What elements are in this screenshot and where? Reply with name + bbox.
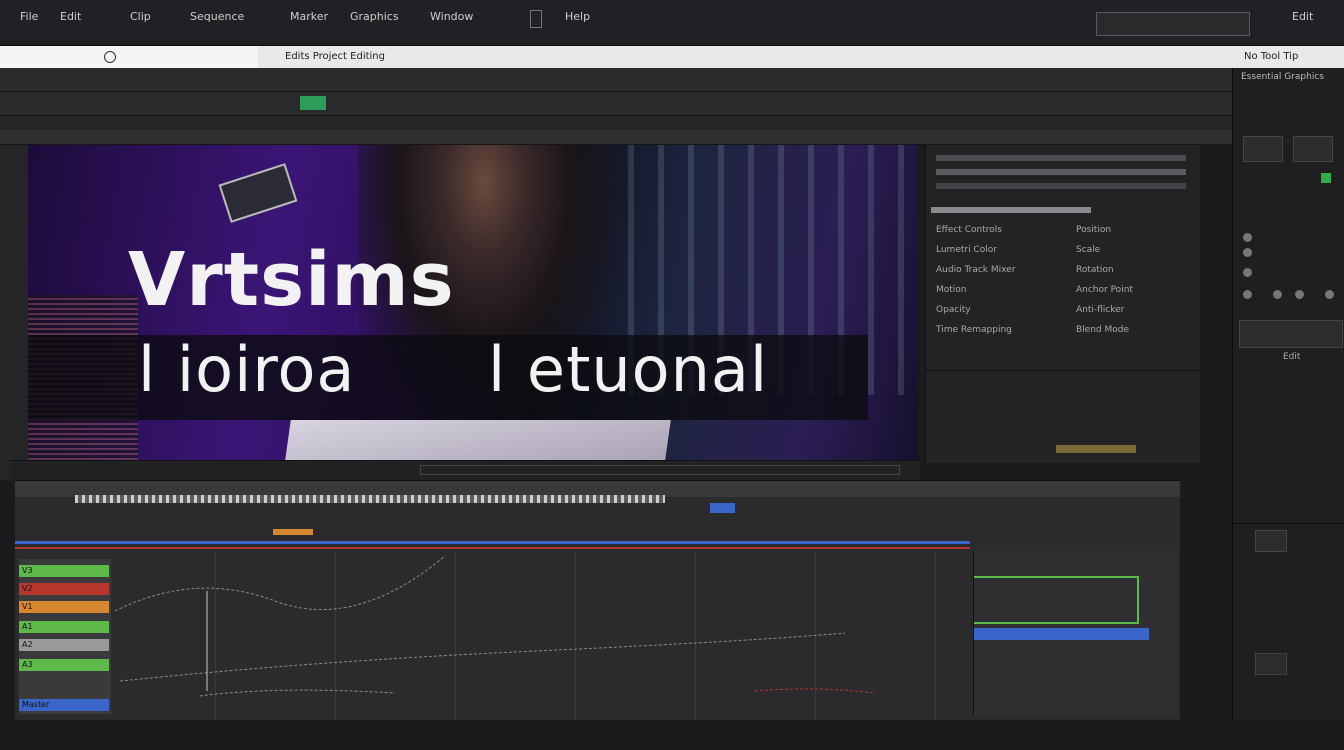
- insp-right-row: Anchor Point: [1076, 285, 1133, 295]
- menu-file[interactable]: File: [20, 10, 38, 23]
- effect-controls-panel: Effect Controls Lumetri Color Audio Trac…: [925, 145, 1201, 463]
- audio-meter-area: [973, 551, 1178, 716]
- title-strip: Edits Project Editing No Tool Tip: [0, 46, 1344, 68]
- title-line-2-left: l ioiroa: [138, 333, 356, 406]
- insp-left-row: Audio Track Mixer: [936, 265, 1016, 275]
- microphone-device: [218, 163, 298, 223]
- curve: [114, 555, 446, 612]
- insp-left-row: Effect Controls: [936, 225, 1002, 235]
- dot-icon[interactable]: [1243, 248, 1252, 257]
- menu-clip[interactable]: Clip: [130, 10, 151, 23]
- menu-sequence[interactable]: Sequence: [190, 10, 244, 23]
- curve: [754, 688, 876, 694]
- dot-icon[interactable]: [1243, 268, 1252, 277]
- divider: [926, 370, 1201, 371]
- dot-icon[interactable]: [1325, 290, 1334, 299]
- tooltip-label: No Tool Tip: [1244, 51, 1299, 62]
- project-path: Edits Project Editing: [285, 51, 385, 62]
- fr-button[interactable]: [1255, 530, 1287, 552]
- panel-header: Essential Graphics: [1241, 72, 1324, 82]
- workspace-label[interactable]: Edit: [1292, 10, 1313, 23]
- dot-icon[interactable]: [1243, 233, 1252, 242]
- insp-left-row: Lumetri Color: [936, 245, 997, 255]
- curve: [119, 632, 846, 682]
- menu-help[interactable]: Help: [565, 10, 590, 23]
- program-monitor[interactable]: Vrtsims l ioiroa l etuonal: [28, 145, 918, 460]
- window-icon: [530, 10, 542, 28]
- insp-slider[interactable]: [931, 207, 1091, 213]
- insp-line: [936, 169, 1186, 175]
- title-line-1: Vrtsims: [128, 237, 455, 323]
- menu-window[interactable]: Window: [430, 10, 473, 23]
- menu-graphics[interactable]: Graphics: [350, 10, 399, 23]
- tool-row-1: [0, 92, 1232, 116]
- menu-edit[interactable]: Edit: [60, 10, 81, 23]
- dot-icon[interactable]: [1295, 290, 1304, 299]
- insp-right-row: Position: [1076, 225, 1112, 235]
- playback-bar[interactable]: [420, 465, 900, 475]
- menu-marker[interactable]: Marker: [290, 10, 328, 23]
- timeline-panel[interactable]: V3 V2 V1 A1 A2 A3 Master: [15, 480, 1180, 721]
- monitor-controls: [10, 460, 920, 480]
- insp-right-row: Scale: [1076, 245, 1101, 255]
- circle-icon[interactable]: [104, 51, 116, 63]
- dot-icon[interactable]: [1273, 290, 1282, 299]
- tool-panel: [0, 145, 28, 480]
- fr-button[interactable]: [1255, 653, 1287, 675]
- panel-tab-area: [0, 46, 258, 68]
- insp-left-row: Time Remapping: [936, 325, 1012, 335]
- title-line-2-right: l etuonal: [488, 333, 769, 406]
- active-tool-button[interactable]: [300, 96, 326, 110]
- fr-tab-bar[interactable]: [1239, 320, 1343, 348]
- menu-bar: File Edit Clip Sequence Marker Graphics …: [0, 0, 1344, 46]
- desk-paper: [285, 420, 671, 460]
- insp-right-row: Rotation: [1076, 265, 1114, 275]
- insp-left-row: Opacity: [936, 305, 971, 315]
- status-indicator: [1321, 173, 1331, 183]
- fr-button[interactable]: [1243, 136, 1283, 162]
- insp-right-row: Anti-flicker: [1076, 305, 1125, 315]
- viewer-header: [0, 130, 1232, 145]
- audio-clip-green[interactable]: [974, 576, 1139, 624]
- audio-clip-blue[interactable]: [974, 628, 1149, 640]
- curve: [199, 689, 396, 697]
- divider: [1233, 523, 1344, 524]
- insp-left-row: Motion: [936, 285, 967, 295]
- insp-header-line: [936, 155, 1186, 161]
- panel-header-row: [0, 68, 1232, 92]
- search-box[interactable]: [1096, 12, 1250, 36]
- essential-graphics-panel: Essential Graphics Edit: [1232, 68, 1344, 750]
- dot-icon[interactable]: [1243, 290, 1252, 299]
- insp-line: [936, 183, 1186, 189]
- insp-right-row: Blend Mode: [1076, 325, 1130, 335]
- keyframe-highlight: [1056, 445, 1136, 453]
- status-bar: [0, 720, 1344, 750]
- fr-sub-label: Edit: [1283, 352, 1301, 362]
- fr-button[interactable]: [1293, 136, 1333, 162]
